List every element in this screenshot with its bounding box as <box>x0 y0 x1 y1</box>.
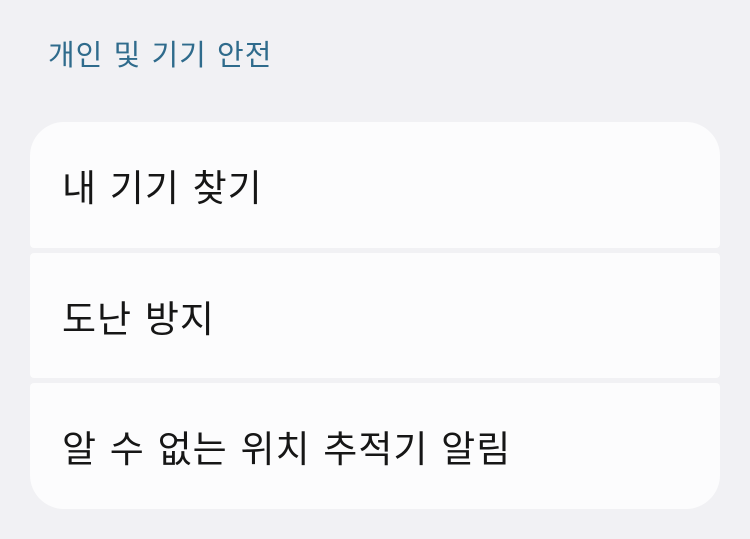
settings-card-group: 내 기기 찾기 도난 방지 알 수 없는 위치 추적기 알림 <box>30 122 720 510</box>
section-title: 개인 및 기기 안전 <box>48 38 273 72</box>
menu-item-find-my-device[interactable]: 내 기기 찾기 <box>30 122 720 248</box>
menu-item-label: 내 기기 찾기 <box>62 166 263 210</box>
menu-item-label: 도난 방지 <box>62 297 215 341</box>
menu-item-unknown-tracker-alerts[interactable]: 알 수 없는 위치 추적기 알림 <box>30 383 720 510</box>
menu-item-theft-protection[interactable]: 도난 방지 <box>30 252 720 379</box>
menu-item-label: 알 수 없는 위치 추적기 알림 <box>62 428 512 472</box>
